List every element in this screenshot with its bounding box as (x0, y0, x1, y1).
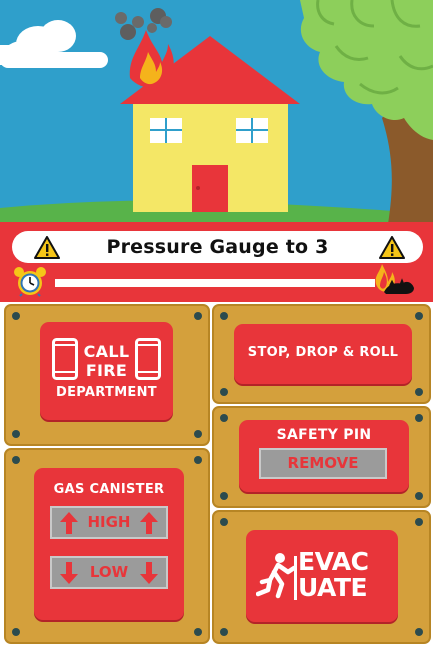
stop-drop-roll-button[interactable]: STOP, DROP & ROLL (234, 324, 412, 384)
timer-fill (55, 279, 375, 287)
panel-evacuate: EVAC UATE (212, 510, 431, 644)
screw (12, 430, 20, 438)
house-scene (0, 0, 433, 224)
gas-canister-title: GAS CANISTER (53, 482, 165, 497)
screw (12, 628, 20, 636)
screw (12, 456, 20, 464)
screw (12, 312, 20, 320)
screw (194, 628, 202, 636)
screw (415, 518, 423, 526)
panel-gas-canister: GAS CANISTER HIGH LOW (4, 448, 210, 644)
screw (415, 492, 423, 500)
department-label: DEPARTMENT (56, 385, 157, 400)
evac-label: EVAC (298, 547, 369, 576)
safety-pin-plate: SAFETY PIN REMOVE (239, 420, 409, 492)
timer-bar (55, 279, 375, 287)
panel-call-fire-department: CALL FIRE DEPARTMENT (4, 304, 210, 446)
screw (220, 492, 228, 500)
screw (415, 414, 423, 422)
panel-stop-drop-roll: STOP, DROP & ROLL (212, 304, 431, 404)
screw (194, 430, 202, 438)
instruction-box: Pressure Gauge to 3 (12, 231, 423, 263)
remove-label: REMOVE (287, 454, 359, 472)
gas-low-button[interactable]: LOW (50, 556, 168, 589)
screw (220, 518, 228, 526)
screw (220, 312, 228, 320)
gas-high-button[interactable]: HIGH (50, 506, 168, 539)
instruction-text: Pressure Gauge to 3 (106, 236, 329, 258)
screw (194, 456, 202, 464)
safety-pin-title: SAFETY PIN (276, 427, 372, 443)
gas-canister-plate: GAS CANISTER HIGH LOW (34, 468, 184, 620)
screw (415, 312, 423, 320)
fire-label: FIRE (85, 361, 128, 380)
panel-safety-pin: SAFETY PIN REMOVE (212, 406, 431, 508)
screw (220, 628, 228, 636)
warning-triangle-icon (379, 236, 405, 259)
screw (415, 388, 423, 396)
screw (194, 312, 202, 320)
call-fire-department-button[interactable]: CALL FIRE DEPARTMENT (40, 322, 173, 420)
stop-drop-roll-label: STOP, DROP & ROLL (247, 345, 399, 360)
alarm-clock-icon (14, 267, 46, 297)
screw (415, 628, 423, 636)
arrow-up-icon (140, 512, 158, 534)
evacuate-button[interactable]: EVAC UATE (246, 530, 398, 622)
fire-icon (375, 264, 414, 294)
running-person-icon (256, 553, 297, 600)
alert-banner: Pressure Gauge to 3 (0, 222, 433, 302)
screw (220, 388, 228, 396)
call-label: CALL (83, 342, 130, 361)
screw (220, 414, 228, 422)
arrow-down-icon (140, 562, 158, 584)
remove-pin-button[interactable]: REMOVE (259, 448, 387, 479)
uate-label: UATE (298, 573, 368, 602)
